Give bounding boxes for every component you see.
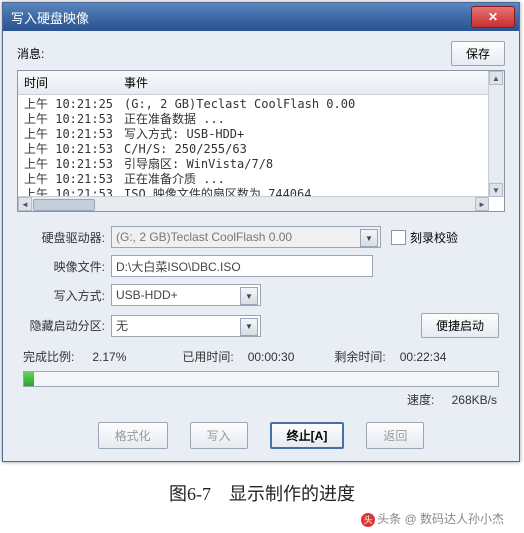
log-event: 写入方式: USB-HDD+: [124, 127, 498, 142]
back-button[interactable]: 返回: [366, 422, 424, 449]
scroll-thumb[interactable]: [33, 199, 95, 211]
chevron-down-icon[interactable]: ▼: [240, 287, 258, 305]
progress-fill: [24, 372, 34, 386]
scroll-up-icon[interactable]: ▲: [489, 71, 503, 85]
horizontal-scrollbar[interactable]: ◄ ►: [18, 196, 489, 211]
speed-value: 268KB/s: [452, 393, 497, 407]
log-time: 上午 10:21:53: [24, 157, 124, 172]
log-event: 正在准备数据 ...: [124, 112, 498, 127]
log-row[interactable]: 上午 10:21:53写入方式: USB-HDD+: [24, 127, 498, 142]
log-event: 正在准备介质 ...: [124, 172, 498, 187]
hidden-dropdown[interactable]: 无 ▼: [111, 315, 261, 337]
close-button[interactable]: ✕: [471, 6, 515, 28]
log-time: 上午 10:21:53: [24, 172, 124, 187]
vertical-scrollbar[interactable]: ▲ ▼: [488, 71, 504, 197]
log-listview[interactable]: 时间 事件 上午 10:21:25(G:, 2 GB)Teclast CoolF…: [17, 70, 505, 212]
watermark: 头头条 @ 数码达人孙小杰: [0, 510, 524, 527]
log-row[interactable]: 上午 10:21:53引导扇区: WinVista/7/8: [24, 157, 498, 172]
log-row[interactable]: 上午 10:21:53正在准备数据 ...: [24, 112, 498, 127]
log-time: 上午 10:21:25: [24, 97, 124, 112]
close-icon: ✕: [488, 10, 498, 24]
message-header: 消息: 保存: [17, 41, 505, 66]
drive-value: (G:, 2 GB)Teclast CoolFlash 0.00: [116, 230, 292, 244]
write-button[interactable]: 写入: [190, 422, 248, 449]
writemode-value: USB-HDD+: [116, 288, 178, 302]
dialog-window: 写入硬盘映像 ✕ 消息: 保存 时间 事件 上午 10:21:25(G:, 2 …: [2, 2, 520, 462]
log-time: 上午 10:21:53: [24, 127, 124, 142]
speed-label: 速度:: [407, 393, 434, 407]
remain-label: 剩余时间:: [334, 348, 385, 365]
verify-checkbox[interactable]: [391, 230, 406, 245]
drive-dropdown[interactable]: (G:, 2 GB)Teclast CoolFlash 0.00 ▼: [111, 226, 381, 248]
save-button[interactable]: 保存: [451, 41, 505, 66]
verify-label: 刻录校验: [410, 229, 458, 246]
scroll-down-icon[interactable]: ▼: [489, 183, 503, 197]
writemode-label: 写入方式:: [23, 287, 111, 304]
stats-row: 完成比例: 2.17% 已用时间: 00:00:30 剩余时间: 00:22:3…: [17, 348, 505, 365]
log-row[interactable]: 上午 10:21:25(G:, 2 GB)Teclast CoolFlash 0…: [24, 97, 498, 112]
writemode-dropdown[interactable]: USB-HDD+ ▼: [111, 284, 261, 306]
done-value: 2.17%: [92, 350, 152, 364]
dialog-content: 消息: 保存 时间 事件 上午 10:21:25(G:, 2 GB)Teclas…: [3, 31, 519, 461]
image-label: 映像文件:: [23, 258, 111, 275]
progress-bar: [23, 371, 499, 387]
easy-boot-button[interactable]: 便捷启动: [421, 313, 499, 338]
col-event[interactable]: 事件: [124, 74, 498, 91]
message-label: 消息:: [17, 45, 44, 62]
col-time[interactable]: 时间: [24, 74, 124, 91]
log-row[interactable]: 上午 10:21:53C/H/S: 250/255/63: [24, 142, 498, 157]
speed-row: 速度: 268KB/s: [17, 387, 505, 408]
titlebar: 写入硬盘映像 ✕: [3, 3, 519, 31]
log-event: C/H/S: 250/255/63: [124, 142, 498, 157]
log-time: 上午 10:21:53: [24, 112, 124, 127]
drive-label: 硬盘驱动器:: [23, 229, 111, 246]
remain-value: 00:22:34: [400, 350, 447, 364]
chevron-down-icon[interactable]: ▼: [360, 229, 378, 247]
toutiao-icon: 头: [361, 513, 375, 527]
log-time: 上午 10:21:53: [24, 142, 124, 157]
log-row[interactable]: 上午 10:21:53正在准备介质 ...: [24, 172, 498, 187]
window-title: 写入硬盘映像: [11, 8, 89, 27]
abort-button[interactable]: 终止[A]: [270, 422, 345, 449]
log-event: 引导扇区: WinVista/7/8: [124, 157, 498, 172]
button-row: 格式化 写入 终止[A] 返回: [17, 422, 505, 449]
elapsed-label: 已用时间:: [182, 348, 233, 365]
verify-checkbox-wrap[interactable]: 刻录校验: [391, 229, 458, 246]
log-rows: 上午 10:21:25(G:, 2 GB)Teclast CoolFlash 0…: [18, 95, 504, 212]
hidden-label: 隐藏启动分区:: [23, 317, 111, 334]
form-area: 硬盘驱动器: (G:, 2 GB)Teclast CoolFlash 0.00 …: [17, 226, 505, 338]
done-label: 完成比例:: [23, 348, 74, 365]
image-path-input[interactable]: D:\大白菜ISO\DBC.ISO: [111, 255, 373, 277]
scroll-right-icon[interactable]: ►: [475, 197, 489, 211]
format-button[interactable]: 格式化: [98, 422, 168, 449]
image-value: D:\大白菜ISO\DBC.ISO: [116, 258, 241, 275]
chevron-down-icon[interactable]: ▼: [240, 318, 258, 336]
log-header: 时间 事件: [18, 71, 504, 95]
log-event: (G:, 2 GB)Teclast CoolFlash 0.00: [124, 97, 498, 112]
watermark-text: 头条 @ 数码达人孙小杰: [377, 512, 504, 526]
figure-caption: 图6-7 显示制作的进度: [0, 480, 524, 506]
scroll-left-icon[interactable]: ◄: [18, 197, 32, 211]
elapsed-value: 00:00:30: [248, 350, 295, 364]
hidden-value: 无: [116, 317, 128, 334]
